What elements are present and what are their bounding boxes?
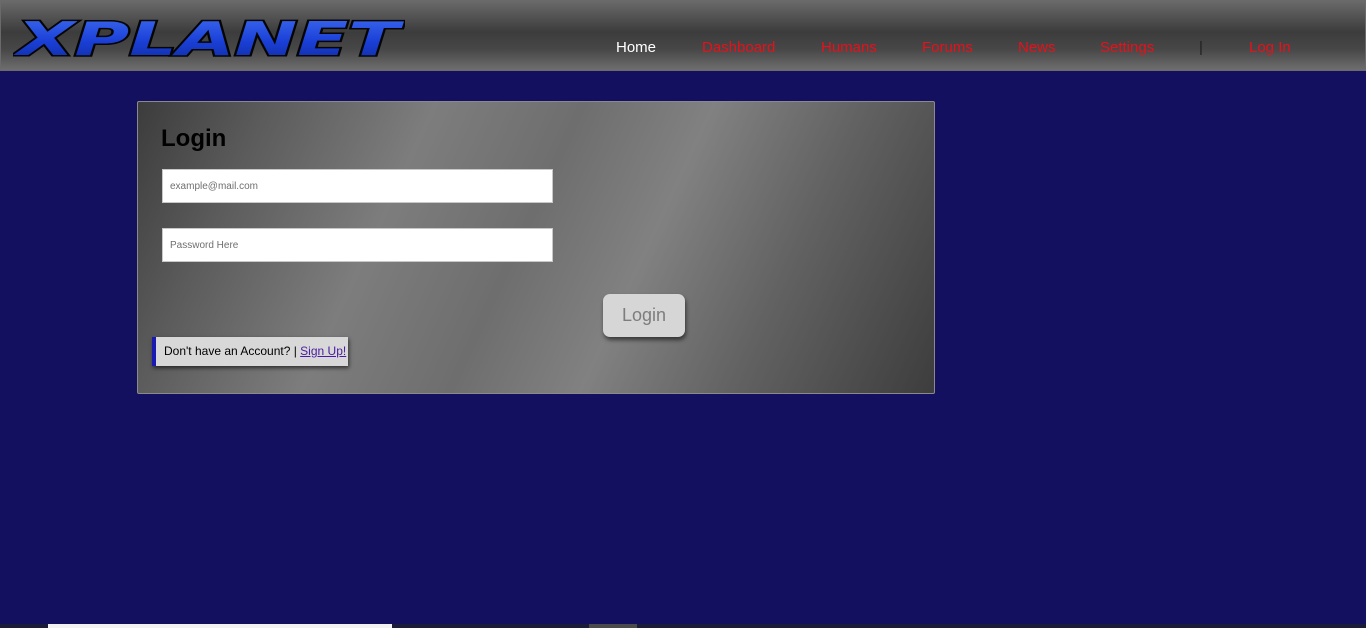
bottom-scrollbar-marker [589,624,637,628]
nav-humans[interactable]: Humans [821,39,877,56]
login-button[interactable]: Login [603,294,685,337]
login-title: Login [161,125,227,152]
signup-prompt-box: Don't have an Account? | Sign Up! [152,337,348,366]
email-field[interactable] [162,169,553,203]
top-navigation-bar: XPLANET Home Dashboard Humans Forums New… [0,0,1366,71]
bottom-scrollbar-thumb[interactable] [48,624,392,628]
nav-separator: | [1199,39,1203,56]
signup-link[interactable]: Sign Up! [300,344,346,358]
signup-prompt-text: Don't have an Account? | [164,344,301,358]
nav-news[interactable]: News [1018,39,1056,56]
nav-login[interactable]: Log In [1249,39,1291,56]
login-panel: Login Login Don't have an Account? | Sig… [137,101,935,394]
nav-home[interactable]: Home [616,39,656,56]
nav-forums[interactable]: Forums [922,39,973,56]
main-nav: Home Dashboard Humans Forums News Settin… [1,39,1366,59]
password-field[interactable] [162,228,553,262]
nav-dashboard[interactable]: Dashboard [702,39,775,56]
nav-settings[interactable]: Settings [1100,39,1154,56]
